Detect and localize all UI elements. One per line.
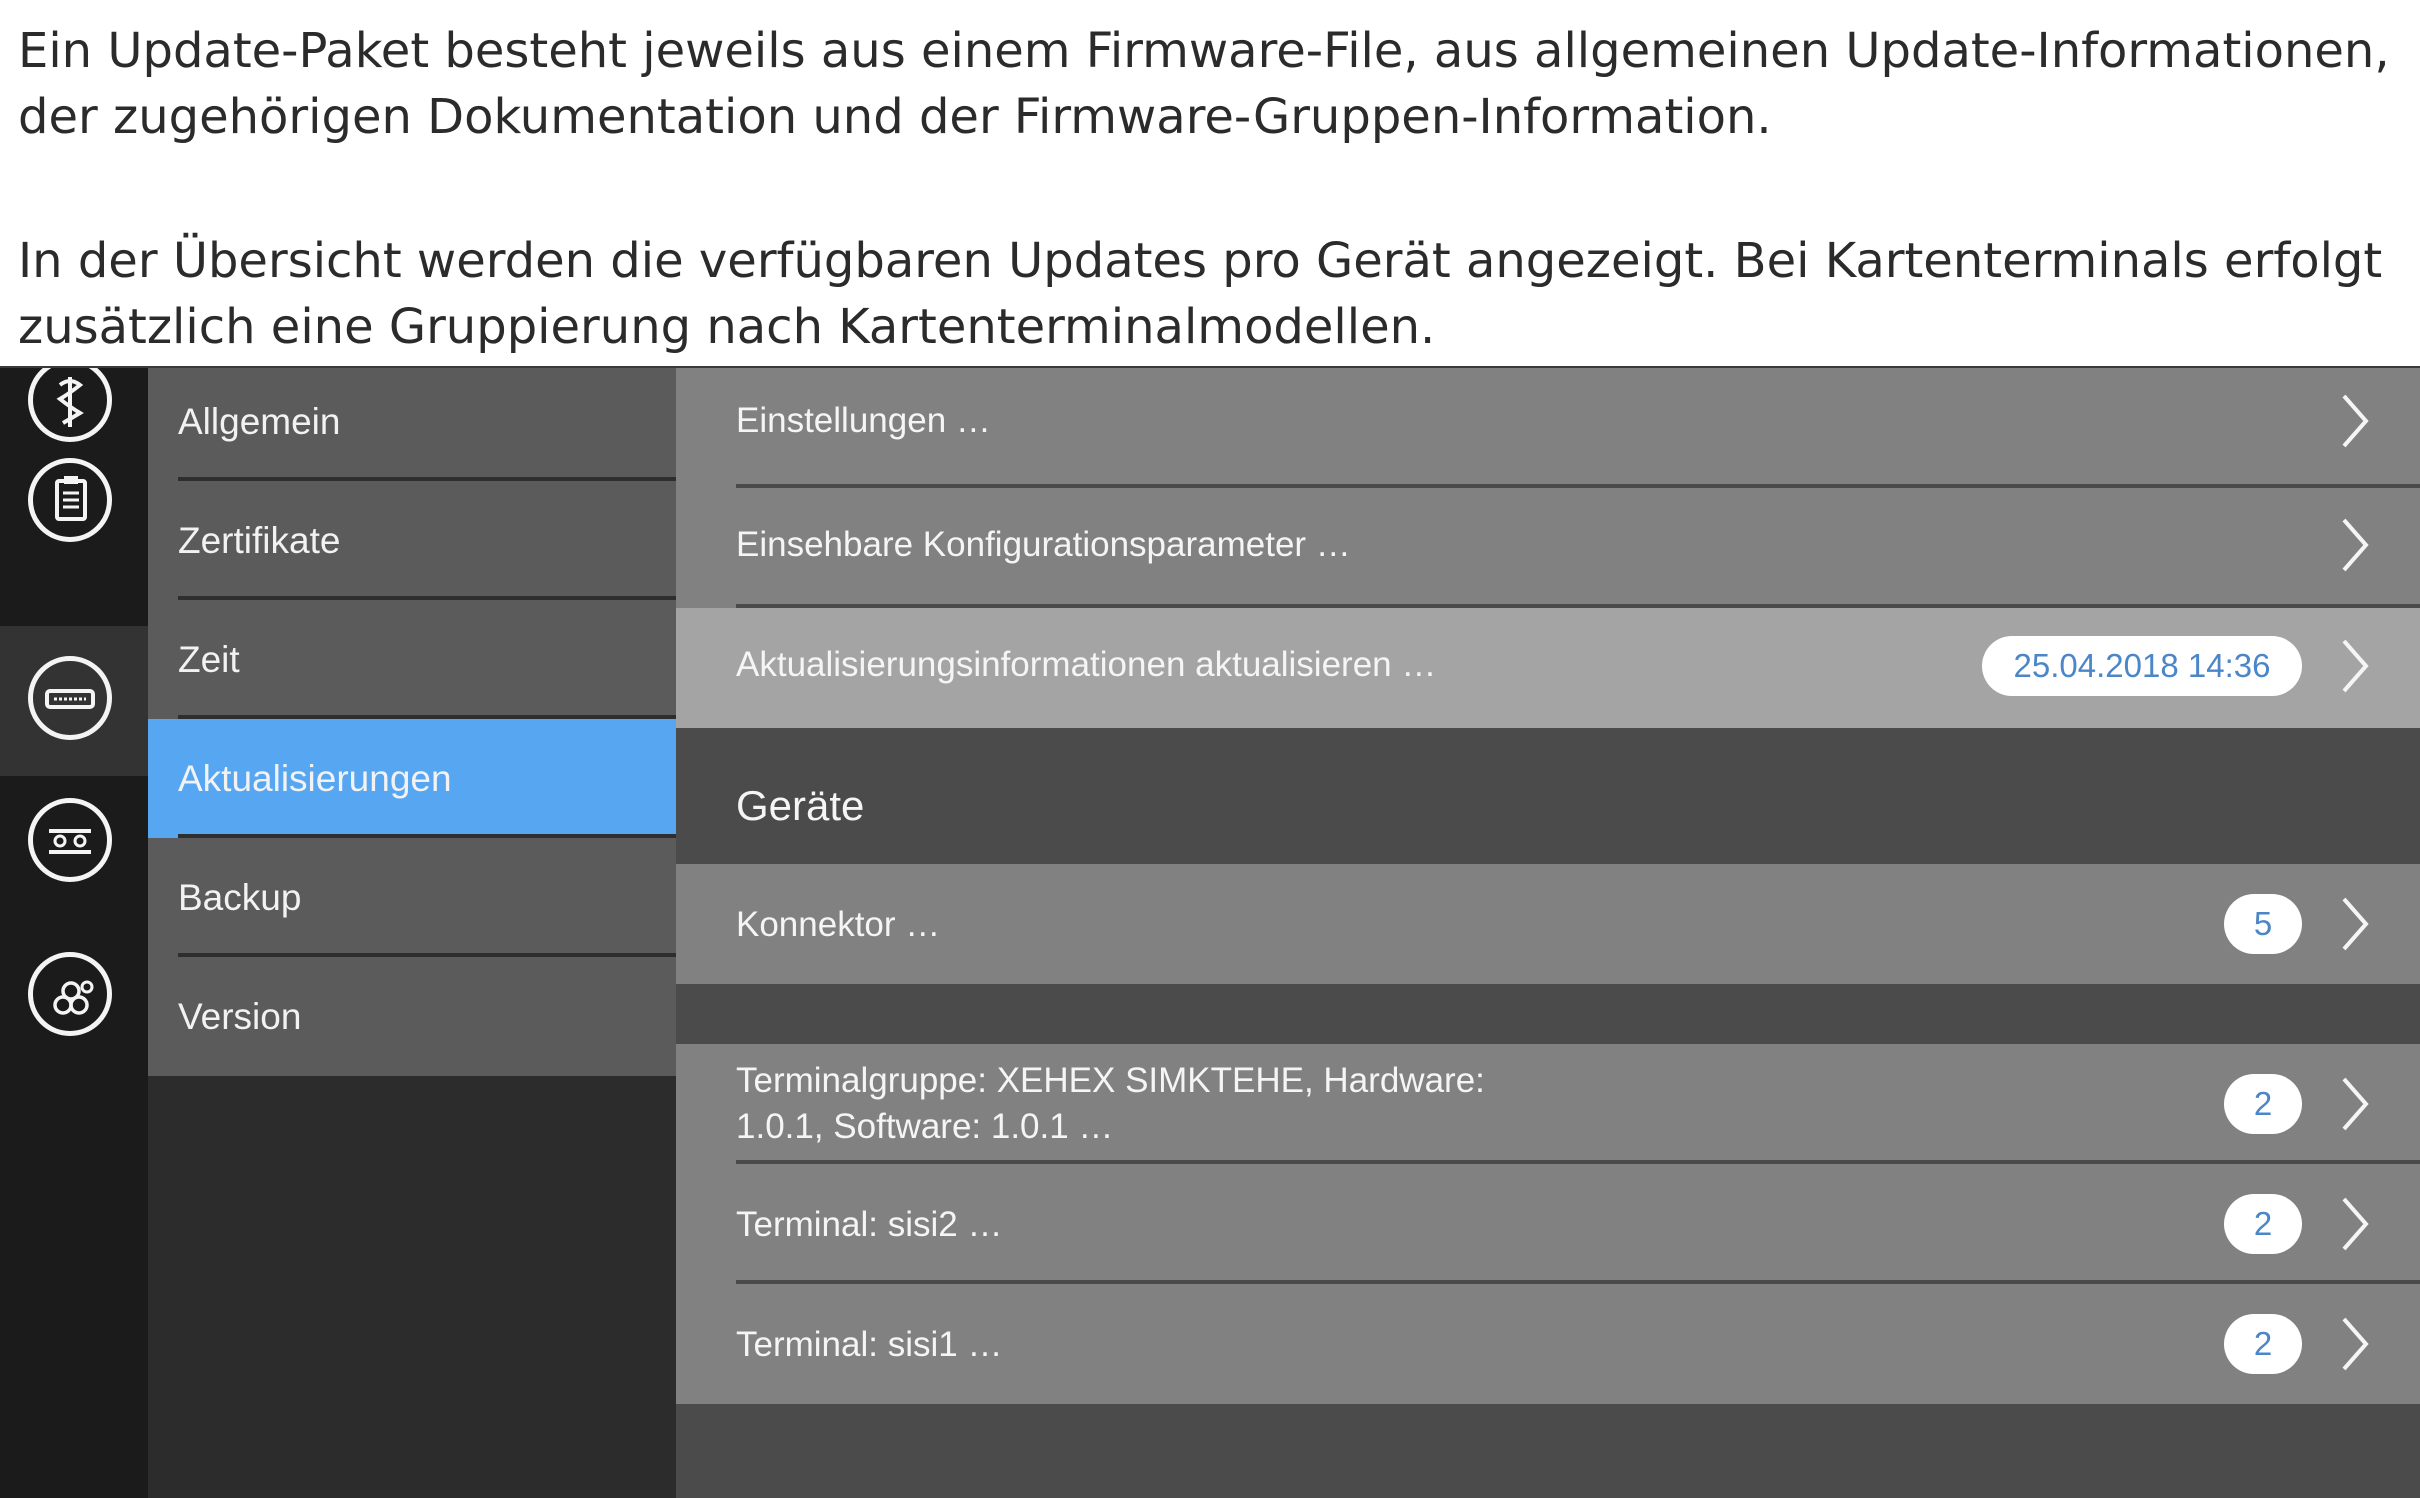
menu-item-label: Zertifikate xyxy=(178,520,341,561)
row-terminal-sisi1[interactable]: Terminal: sisi1 … 2 xyxy=(676,1284,2420,1404)
toggle-settings-icon xyxy=(49,829,91,854)
chevron-right-icon xyxy=(2342,518,2369,572)
icon-circle xyxy=(28,952,112,1036)
chevron-right-icon xyxy=(2342,394,2369,448)
clipboard-icon xyxy=(55,476,87,521)
row-label: Konnektor … xyxy=(736,905,941,944)
intro-paragraph-2-line-2: zusätzlich eine Gruppierung nach Kartent… xyxy=(18,299,1436,355)
intro-paragraph-1-line-1: Ein Update-Paket besteht jeweils aus ein… xyxy=(18,23,2390,79)
row-label: Aktualisierungsinformationen aktualisier… xyxy=(736,645,1437,684)
icon-circle xyxy=(28,798,112,882)
icon-sidebar xyxy=(0,368,148,1498)
nav-icon-settings[interactable] xyxy=(0,768,148,918)
row-konfigurationsparameter[interactable]: Einsehbare Konfigurationsparameter … xyxy=(676,488,2420,608)
update-count-badge: 2 xyxy=(2224,1314,2302,1374)
app-window: Allgemein Zertifikate Zeit Aktualisierun… xyxy=(0,368,2420,1498)
chevron-right-icon xyxy=(2342,1197,2369,1251)
intro-paragraph-2-line-1: In der Übersicht werden die verfügbaren … xyxy=(18,233,2383,289)
menu-item-label: Version xyxy=(178,996,302,1037)
menu-item-backup[interactable]: Backup xyxy=(148,838,676,957)
nav-icon-documents[interactable] xyxy=(0,428,148,578)
row-label: Einstellungen … xyxy=(736,401,991,440)
chevron-right-icon xyxy=(2342,639,2369,693)
menu-item-allgemein[interactable]: Allgemein xyxy=(148,368,676,481)
nav-icon-connector[interactable] xyxy=(0,626,148,776)
row-label: Terminal: sisi2 … xyxy=(736,1205,1003,1244)
row-label: Einsehbare Konfigurationsparameter … xyxy=(736,525,1351,564)
menu-item-version[interactable]: Version xyxy=(148,957,676,1076)
row-label: Terminal: sisi1 … xyxy=(736,1325,1003,1364)
menu-item-label: Aktualisierungen xyxy=(178,758,452,799)
update-content-panel: Einstellungen … Einsehbare Konfiguration… xyxy=(676,368,2420,1498)
section-title-geraete: Geräte xyxy=(736,782,865,829)
row-aktualisierungsinformationen[interactable]: Aktualisierungsinformationen aktualisier… xyxy=(676,608,2420,728)
connector-device-icon xyxy=(45,689,95,709)
row-terminal-sisi2[interactable]: Terminal: sisi2 … 2 xyxy=(676,1164,2420,1284)
row-label-line-2: 1.0.1, Software: 1.0.1 … xyxy=(736,1107,1114,1146)
update-count-badge: 5 xyxy=(2224,894,2302,954)
intro-paragraph-1: Ein Update-Paket besteht jeweils aus ein… xyxy=(18,18,2408,150)
menu-item-label: Allgemein xyxy=(178,401,341,442)
intro-paragraph-1-line-2: der zugehörigen Dokumentation und der Fi… xyxy=(18,89,1772,145)
settings-menu: Allgemein Zertifikate Zeit Aktualisierun… xyxy=(148,368,676,1498)
row-konnektor[interactable]: Konnektor … 5 xyxy=(676,864,2420,984)
hexagon-nodes-icon xyxy=(53,980,94,1015)
icon-circle xyxy=(28,656,112,740)
menu-item-zeit[interactable]: Zeit xyxy=(148,600,676,719)
intro-paragraph-2: In der Übersicht werden die verfügbaren … xyxy=(18,228,2408,360)
update-count-badge: 2 xyxy=(2224,1074,2302,1134)
menu-item-label: Backup xyxy=(178,877,302,918)
update-count-badge: 2 xyxy=(2224,1194,2302,1254)
menu-item-label: Zeit xyxy=(178,639,240,680)
intro-text-section: Ein Update-Paket besteht jeweils aus ein… xyxy=(0,0,2420,368)
row-terminalgruppe[interactable]: Terminalgruppe: XEHEX SIMKTEHE, Hardware… xyxy=(676,1044,2420,1164)
chevron-right-icon xyxy=(2342,1317,2369,1371)
row-einstellungen[interactable]: Einstellungen … xyxy=(676,368,2420,488)
menu-item-zertifikate[interactable]: Zertifikate xyxy=(148,481,676,600)
row-label-line-1: Terminalgruppe: XEHEX SIMKTEHE, Hardware… xyxy=(736,1061,1485,1100)
chevron-right-icon xyxy=(2342,897,2369,951)
icon-circle xyxy=(28,458,112,542)
nav-icon-network[interactable] xyxy=(0,922,148,1072)
menu-item-aktualisierungen[interactable]: Aktualisierungen xyxy=(148,719,676,838)
last-update-timestamp-badge: 25.04.2018 14:36 xyxy=(1982,636,2302,696)
chevron-right-icon xyxy=(2342,1077,2369,1131)
